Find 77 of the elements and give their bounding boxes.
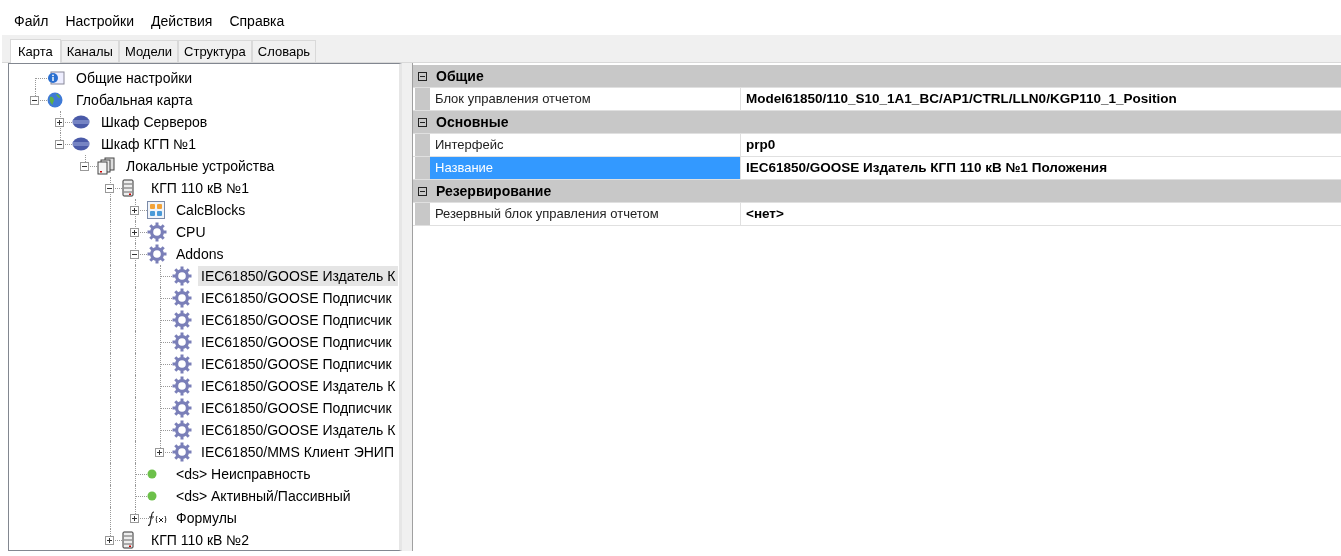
menu-item[interactable]: Действия: [143, 11, 222, 35]
server-icon: [122, 179, 134, 197]
tree-item[interactable]: CPU: [173, 222, 209, 242]
tree-item[interactable]: КГП 110 кВ №1: [148, 178, 253, 198]
expand-toggle[interactable]: [105, 535, 114, 545]
gear-icon: [172, 442, 192, 462]
property-value[interactable]: Model61850/110_S10_1A1_BC/AP1/CTRL/LLN0/KGP110_1_Position: [741, 88, 1341, 110]
property-name[interactable]: Резервный блок управления отчетом: [430, 203, 741, 225]
tree-item[interactable]: Шкаф КГП №1: [98, 134, 199, 154]
menu-item[interactable]: Справка: [221, 11, 294, 35]
expand-toggle[interactable]: [130, 513, 139, 523]
tab[interactable]: Словарь: [251, 40, 317, 62]
property-value[interactable]: <нет>: [741, 203, 1341, 225]
property-value[interactable]: prp0: [741, 134, 1341, 156]
collapse-toggle[interactable]: [418, 71, 427, 81]
striped-disc-icon: [72, 115, 90, 129]
tree-item[interactable]: Общие настройки: [73, 68, 196, 88]
gear-icon: [172, 332, 192, 352]
expand-toggle[interactable]: [130, 205, 139, 215]
gear-icon: [147, 244, 167, 264]
property-name[interactable]: Блок управления отчетом: [430, 88, 741, 110]
server-group-icon: [97, 157, 117, 175]
collapse-toggle[interactable]: [130, 249, 139, 259]
collapse-toggle[interactable]: [418, 117, 427, 127]
collapse-toggle[interactable]: [30, 95, 39, 105]
menu-item[interactable]: Настройки: [57, 11, 144, 35]
expand-toggle[interactable]: [55, 117, 64, 127]
gear-icon: [172, 376, 192, 396]
striped-disc-icon: [72, 137, 90, 151]
gear-icon: [172, 310, 192, 330]
property-value[interactable]: IEC61850/GOOSE Издатель КГП 110 кВ №1 Положения: [741, 157, 1341, 179]
category-label: Общие: [435, 68, 484, 84]
gear-icon: [172, 420, 192, 440]
tab[interactable]: Модели: [118, 40, 179, 62]
collapse-toggle[interactable]: [80, 161, 89, 171]
property-name[interactable]: Интерфейс: [430, 134, 741, 156]
collapse-toggle[interactable]: [55, 139, 64, 149]
function-icon: [147, 510, 167, 526]
tree-item[interactable]: Формулы: [173, 508, 240, 528]
tab[interactable]: Структура: [178, 40, 252, 62]
globe-icon: [47, 92, 63, 108]
info-card-icon: [47, 70, 65, 86]
status-dot-icon: [147, 491, 157, 501]
gear-icon: [147, 222, 167, 242]
tree-item[interactable]: <ds> Неисправность: [173, 464, 314, 484]
tree-item[interactable]: IEC61850/GOOSE Подписчик: [198, 398, 395, 418]
tab[interactable]: Карта: [10, 39, 61, 63]
tab[interactable]: Каналы: [60, 40, 119, 62]
menu-item[interactable]: Файл: [6, 11, 58, 35]
expand-toggle[interactable]: [130, 227, 139, 237]
tree-item[interactable]: КГП 110 кВ №2: [148, 530, 253, 550]
tree-item[interactable]: IEC61850/GOOSE Подписчик: [198, 310, 395, 330]
gear-icon: [172, 354, 192, 374]
category-label: Основные: [435, 114, 509, 130]
blocks-icon: [147, 201, 165, 219]
tree-item[interactable]: IEC61850/GOOSE Подписчик: [198, 288, 395, 308]
expand-toggle[interactable]: [155, 447, 164, 457]
category-label: Резервирование: [435, 183, 552, 199]
tree-item[interactable]: IEC61850/MMS Клиент ЭНИП: [198, 442, 397, 462]
tree-item[interactable]: IEC61850/GOOSE Издатель К: [198, 376, 399, 396]
tree-item[interactable]: IEC61850/GOOSE Издатель К: [198, 420, 399, 440]
gear-icon: [172, 398, 192, 418]
tree-item[interactable]: CalcBlocks: [173, 200, 249, 220]
tree-item[interactable]: Глобальная карта: [73, 90, 196, 110]
collapse-toggle[interactable]: [105, 183, 114, 193]
tree-item[interactable]: Локальные устройства: [123, 156, 278, 176]
collapse-toggle[interactable]: [418, 186, 427, 196]
tree-item[interactable]: Addons: [173, 244, 227, 264]
status-dot-icon: [147, 469, 157, 479]
tree-item[interactable]: IEC61850/GOOSE Подписчик: [198, 354, 395, 374]
tree-item[interactable]: Шкаф Серверов: [98, 112, 211, 132]
server-icon: [122, 531, 134, 549]
tree-item[interactable]: <ds> Активный/Пассивный: [173, 486, 354, 506]
gear-icon: [172, 288, 192, 308]
gear-icon: [172, 266, 192, 286]
tree-item[interactable]: IEC61850/GOOSE Подписчик: [198, 332, 395, 352]
tree-item[interactable]: IEC61850/GOOSE Издатель К: [198, 266, 399, 286]
